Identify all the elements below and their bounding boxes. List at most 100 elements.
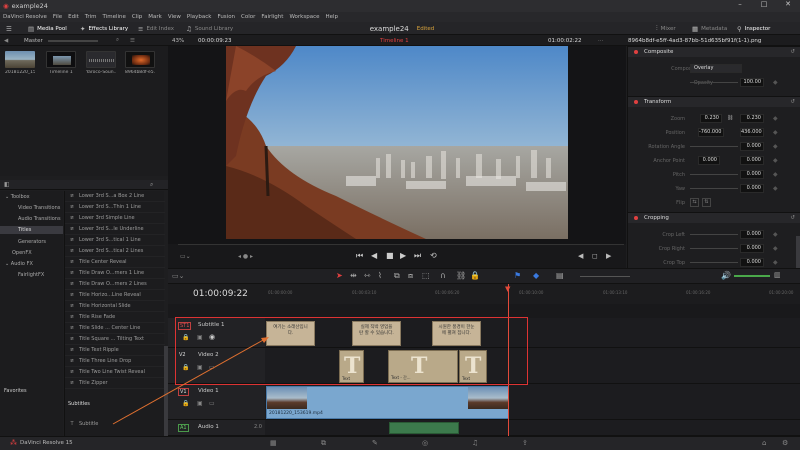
subtitle-effect-item[interactable]: T Subtitle	[65, 418, 165, 429]
media-pool-button[interactable]: ▤ Media Pool	[28, 22, 67, 35]
track-header-v1[interactable]: V1 Video 1 🔒 ▣ ▭	[168, 384, 265, 420]
crop-right-slider[interactable]	[690, 248, 738, 249]
timeline-ruler[interactable]: 01:00:00:00 01:00:03:10 01:00:06:20 01:0…	[265, 284, 800, 304]
track-header-v2[interactable]: V2 Video 2 🔒 ▣ ▭	[168, 348, 265, 384]
subtitle-clip[interactable]: 실제 직박 영업을 탄 할 수 있습니다.	[352, 321, 401, 346]
volume-icon[interactable]: 🔊	[721, 271, 731, 280]
list-item[interactable]: ≢ Title Slide ... Center Line	[65, 323, 165, 334]
enable-toggle[interactable]	[634, 100, 638, 104]
yaw-slider[interactable]	[690, 188, 738, 189]
overwrite-clip-icon[interactable]: ⧈	[408, 271, 413, 281]
menu-help[interactable]: Help	[326, 14, 339, 20]
tree-item-fairlightfx[interactable]: FairlightFX	[18, 272, 44, 278]
flag-icon[interactable]: ⚑	[514, 271, 521, 280]
menu-mark[interactable]: Mark	[148, 14, 162, 20]
enable-toggle[interactable]	[634, 50, 638, 54]
menu-view[interactable]: View	[168, 14, 181, 20]
flip-horizontal-icon[interactable]: ⇆	[690, 198, 699, 207]
thumbnail-size-slider[interactable]	[48, 35, 98, 46]
track-header-st1[interactable]: ST1 Subtitle 1 🔒 ▣ ◉	[168, 318, 265, 348]
lock-icon[interactable]: 🔒	[182, 334, 189, 341]
menu-playback[interactable]: Playback	[187, 14, 212, 20]
list-item[interactable]: ≢ Title Square ... Tilting Text	[65, 334, 165, 345]
keyframe-icon[interactable]: ◆	[773, 259, 778, 266]
scrub-bar[interactable]	[178, 244, 624, 245]
home-icon[interactable]: ⌂	[762, 439, 766, 447]
workspace-layout-icon[interactable]: ☰	[6, 22, 15, 35]
monitor-icon[interactable]: ▭	[209, 400, 215, 407]
yaw-field[interactable]: 0.000	[740, 184, 764, 193]
marker-icon[interactable]: ◆	[533, 271, 539, 280]
lock-icon[interactable]: 🔒	[470, 271, 480, 280]
bin-name[interactable]: Master	[24, 35, 43, 46]
viewer-zoom[interactable]: 43%	[172, 35, 184, 46]
color-page-icon[interactable]: ◎	[422, 439, 428, 447]
viewer-options-icon[interactable]: ⋯	[598, 35, 604, 46]
list-item[interactable]: ≢ Lower 3rd S...Thin 1 Line	[65, 202, 165, 213]
list-item[interactable]: ≢ Title Two Line Twist Reveal	[65, 367, 165, 378]
enable-toggle[interactable]	[634, 216, 638, 220]
fullscreen-icon[interactable]: ◻	[592, 252, 598, 260]
media-clip[interactable]: 8964b8df-e5...	[125, 51, 155, 75]
visibility-icon[interactable]: ◉	[209, 333, 215, 341]
reset-icon[interactable]: ↺	[790, 99, 795, 105]
keyframe-icon[interactable]: ◆	[773, 157, 778, 164]
cropping-section[interactable]: Cropping ↺	[628, 212, 800, 223]
media-clip[interactable]: 20181220_15...	[5, 51, 35, 75]
list-item[interactable]: ≢ Lower 3rd S...tical 2 Lines	[65, 246, 165, 257]
reset-icon[interactable]: ↺	[790, 215, 795, 221]
menu-clip[interactable]: Clip	[132, 14, 142, 20]
insert-clip-icon[interactable]: ⧉	[394, 271, 400, 281]
keyframe-icon[interactable]: ◆	[773, 231, 778, 238]
subtitle-clip[interactable]: 시원한 풍경이 한눈에 펼쳐 집니다.	[432, 321, 481, 346]
menu-color[interactable]: Color	[241, 14, 255, 20]
list-item[interactable]: ≢ Title Center Reveal	[65, 257, 165, 268]
opacity-field[interactable]: 100.00	[740, 78, 764, 87]
lock-icon[interactable]: 🔒	[182, 400, 189, 407]
title-clip[interactable]: T Text	[339, 350, 364, 383]
menu-fusion[interactable]: Fusion	[217, 14, 235, 20]
menu-timeline[interactable]: Timeline	[103, 14, 126, 20]
menu-davinci[interactable]: DaVinci Resolve	[3, 14, 47, 20]
anchor-y-field[interactable]: 0.000	[740, 156, 764, 165]
crop-left-slider[interactable]	[690, 234, 738, 235]
video-clip[interactable]: 20181220_153619.mp4	[266, 386, 509, 419]
rotation-field[interactable]: 0.000	[740, 142, 764, 151]
lock-icon[interactable]: 🔒	[182, 364, 189, 371]
tree-item-generators[interactable]: Generators	[18, 239, 46, 245]
volume-slider[interactable]	[734, 275, 770, 277]
next-frame-icon[interactable]: ▶	[606, 252, 611, 260]
anchor-x-field[interactable]: 0.000	[698, 156, 720, 165]
maximize-icon[interactable]: □	[752, 0, 776, 12]
media-page-icon[interactable]: ▦	[270, 439, 277, 447]
keyframe-icon[interactable]: ◆	[773, 79, 778, 86]
crop-top-field[interactable]: 0.000	[740, 258, 764, 267]
snapping-icon[interactable]: ∩	[440, 271, 446, 280]
previous-frame-icon[interactable]: ◀	[578, 252, 583, 260]
dynamic-trim-icon[interactable]: ⇿	[364, 271, 371, 280]
list-item[interactable]: ≢ Lower 3rd S...tical 1 Line	[65, 235, 165, 246]
menu-fairlight[interactable]: Fairlight	[261, 14, 283, 20]
tree-item-toolbox[interactable]: ⌄ Toolbox	[5, 194, 30, 200]
menu-workspace[interactable]: Workspace	[289, 14, 319, 20]
keyframe-icon[interactable]: ◆	[773, 129, 778, 136]
inspector-button[interactable]: ⚲ Inspector	[737, 22, 770, 35]
play-reverse-icon[interactable]: ◀	[371, 251, 377, 260]
rotation-slider[interactable]	[690, 146, 738, 147]
monitor-icon[interactable]: ▭	[209, 364, 215, 371]
crop-top-slider[interactable]	[690, 262, 738, 263]
menu-edit[interactable]: Edit	[68, 14, 79, 20]
reset-icon[interactable]: ↺	[790, 49, 795, 55]
viewer-mode-icon[interactable]: ▭⌄	[180, 253, 191, 260]
tree-item-audio-transitions[interactable]: Audio Transitions	[18, 216, 61, 222]
subtitle-clip[interactable]: 여기는 소래산입니다.	[266, 321, 315, 346]
sort-icon[interactable]: ☰	[130, 35, 135, 46]
position-y-field[interactable]: 436.000	[740, 128, 764, 137]
menu-trim[interactable]: Trim	[85, 14, 97, 20]
tree-item-video-transitions[interactable]: Video Transitions	[18, 205, 60, 211]
effects-search-icon[interactable]: ⌕	[150, 181, 153, 189]
link-selection-icon[interactable]: ⛓	[456, 271, 466, 280]
effects-library-button[interactable]: ✦ Effects Library	[80, 22, 128, 35]
play-icon[interactable]: ▶	[400, 251, 406, 260]
timeline-selector[interactable]: Timeline 1	[380, 35, 409, 46]
